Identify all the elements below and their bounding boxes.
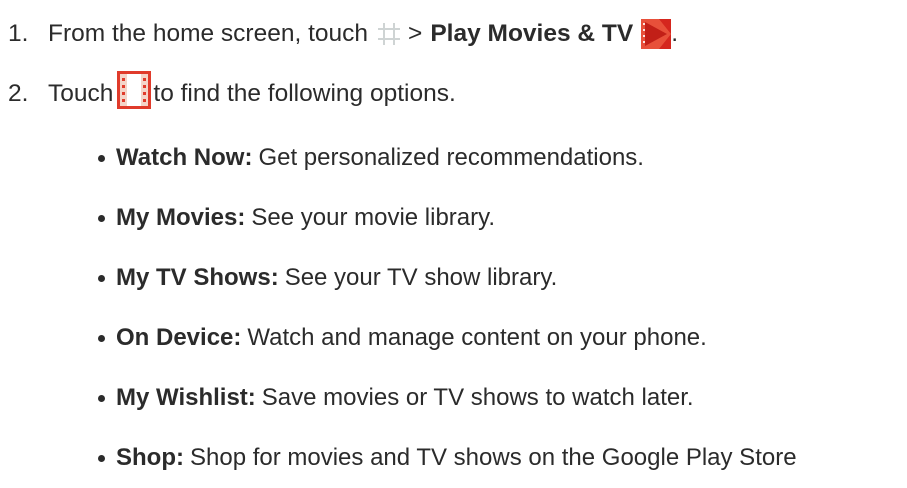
list-item: Watch Now: Get personalized recommendati… <box>98 128 797 188</box>
list-item: My Movies: See your movie library. <box>98 188 797 248</box>
option-desc: Shop for movies and TV shows on the Goog… <box>189 444 797 471</box>
step-1-end: . <box>671 20 679 47</box>
option-desc: Get personalized recommendations. <box>258 144 644 171</box>
option-desc: See your movie library. <box>251 204 496 231</box>
bullet-icon <box>98 274 105 282</box>
option-desc: See your TV show library. <box>284 264 558 291</box>
step-1: 1. From the home screen, touch > Play Mo… <box>0 19 678 49</box>
bullet-icon <box>98 394 105 402</box>
bullet-icon <box>98 214 105 222</box>
option-term: Shop: <box>116 444 184 471</box>
list-item: My Wishlist: Save movies or TV shows to … <box>98 368 797 428</box>
step-2-text: Touch to find the following options. <box>48 71 456 113</box>
step-2-text-after: to find the following options. <box>153 80 456 107</box>
step-1-number: 1. <box>8 20 29 47</box>
option-term: My TV Shows: <box>116 264 279 291</box>
menu-drawer-icon <box>117 71 152 109</box>
step-1-text: From the home screen, touch > Play Movie… <box>48 19 678 49</box>
bullet-icon <box>98 334 105 342</box>
bullet-icon <box>98 454 105 462</box>
list-item: Shop: Shop for movies and TV shows on th… <box>98 428 797 488</box>
step-2-text-before: Touch <box>48 80 114 107</box>
app-name: Play Movies & TV <box>430 20 634 47</box>
option-term: My Movies: <box>116 204 246 231</box>
options-list: Watch Now: Get personalized recommendati… <box>98 128 797 488</box>
step-1-text-before: From the home screen, touch <box>48 20 369 47</box>
step-1-separator: > <box>408 20 423 47</box>
option-term: My Wishlist: <box>116 384 256 411</box>
list-item: On Device: Watch and manage content on y… <box>98 308 797 368</box>
step-2-number: 2. <box>8 80 29 107</box>
option-desc: Watch and manage content on your phone. <box>247 324 707 351</box>
option-desc: Save movies or TV shows to watch later. <box>261 384 694 411</box>
option-term: On Device: <box>116 324 242 351</box>
bullet-icon <box>98 154 105 162</box>
list-item: My TV Shows: See your TV show library. <box>98 248 797 308</box>
play-movies-icon <box>641 19 672 49</box>
option-term: Watch Now: <box>116 144 253 171</box>
step-2: 2. Touch to find the following options. <box>0 71 456 113</box>
apps-grid-icon <box>378 23 401 45</box>
